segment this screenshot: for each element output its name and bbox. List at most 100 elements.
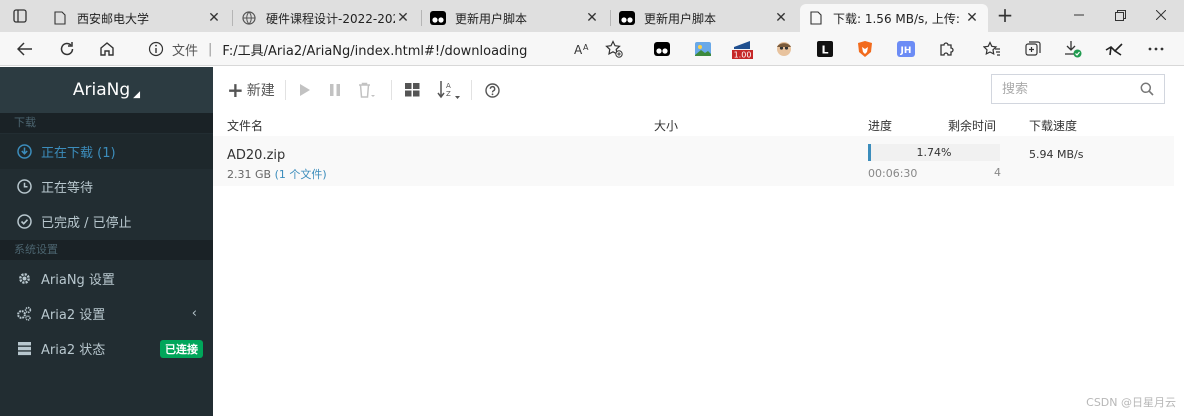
column-header-progress[interactable]: 进度: [868, 117, 892, 134]
aria2-extension[interactable]: [1104, 39, 1124, 59]
window-close-button[interactable]: [1138, 0, 1184, 30]
column-header-remaining[interactable]: 剩余时间: [948, 117, 996, 134]
sidebar-item-stopped[interactable]: 已完成 / 已停止: [0, 204, 213, 239]
browser-tab-1[interactable]: 西安邮电大学 ✕: [44, 4, 230, 32]
task-files-link[interactable]: (1 个文件): [275, 168, 327, 181]
new-task-button[interactable]: + 新建: [227, 80, 275, 100]
aria2-icon: [1105, 43, 1123, 56]
column-header-name[interactable]: 文件名: [227, 117, 263, 134]
favorites-icon: [983, 41, 1000, 56]
search-input[interactable]: [1002, 76, 1142, 102]
tampermonkey-icon: [430, 10, 446, 26]
task-file-name[interactable]: AD20.zip: [227, 148, 285, 163]
play-icon: [300, 84, 310, 96]
chevron-left-icon: ‹: [191, 306, 197, 321]
puzzle-icon: [940, 42, 954, 56]
sidebar-item-ariang-settings[interactable]: AriaNg 设置: [0, 261, 213, 296]
sidebar-item-label: 已完成 / 已停止: [41, 216, 132, 231]
browser-tab-3[interactable]: 更新用户脚本 ✕: [422, 4, 608, 32]
column-header-size[interactable]: 大小: [654, 117, 678, 134]
back-button[interactable]: [12, 36, 38, 62]
collections-button[interactable]: [1022, 39, 1042, 59]
svg-text:JH: JH: [900, 46, 912, 56]
home-button[interactable]: [94, 36, 120, 62]
help-button[interactable]: [485, 80, 500, 100]
jh-extension[interactable]: JH: [896, 39, 916, 59]
tab-actions-button[interactable]: [4, 3, 36, 29]
avatar-extension[interactable]: [774, 39, 794, 59]
close-icon[interactable]: ✕: [773, 10, 789, 26]
close-icon[interactable]: ✕: [395, 10, 411, 26]
brave-shield-extension[interactable]: [855, 39, 875, 59]
section-header-download: 下载: [0, 113, 213, 133]
tab-title: 硬件课程设计-2022-2023(: [266, 11, 395, 26]
download-check-icon: [1065, 41, 1082, 58]
table-row[interactable]: AD20.zip 2.31 GB (1 个文件) 1.74% 00:06:30 …: [213, 136, 1174, 186]
sidebar-item-aria2-settings[interactable]: Aria2 设置 ‹: [0, 296, 213, 331]
address-url[interactable]: F:/工具/Aria2/AriaNg/index.html#!/download…: [222, 40, 527, 59]
sidebar-item-downloading[interactable]: 正在下载 (1): [0, 134, 213, 169]
display-mode-button[interactable]: [405, 80, 420, 100]
doc-icon: [52, 10, 68, 26]
grid-icon: [405, 83, 420, 97]
address-scheme: 文件: [172, 43, 199, 59]
task-download-speed: 5.94 MB/s: [1029, 148, 1084, 161]
delete-button[interactable]: [358, 80, 376, 100]
new-tab-button[interactable]: +: [992, 4, 1018, 28]
close-icon[interactable]: ✕: [584, 10, 600, 26]
downloads-button[interactable]: [1063, 39, 1083, 59]
svg-text:A: A: [583, 43, 589, 52]
image-extension[interactable]: [693, 39, 713, 59]
read-aloud-button[interactable]: AA: [573, 39, 593, 59]
browser-tab-4[interactable]: 更新用户脚本 ✕: [611, 4, 797, 32]
close-icon[interactable]: ✕: [964, 10, 980, 26]
browser-tab-2[interactable]: 硬件课程设计-2022-2023( ✕: [233, 4, 419, 32]
table-header: 文件名 大小 进度 剩余时间 下载速度: [213, 113, 1184, 135]
favorites-button[interactable]: [982, 39, 1002, 59]
shield-icon: [858, 41, 872, 57]
more-icon: [1148, 47, 1164, 51]
add-favorite-button[interactable]: [604, 39, 624, 59]
clock-icon: [16, 179, 32, 195]
main-content: + 新建 AZ 文件名 大小 进度 剩余时间: [213, 67, 1184, 416]
address-bar[interactable]: 文件 | F:/工具/Aria2/AriaNg/index.html#!/dow…: [136, 35, 636, 63]
download-circle-icon: [16, 144, 32, 160]
check-circle-icon: [16, 214, 32, 230]
window-close-icon: [1156, 10, 1166, 20]
info-icon[interactable]: [148, 41, 164, 57]
task-meta: 2.31 GB (1 个文件): [227, 166, 327, 182]
svg-text:Z: Z: [446, 90, 451, 98]
sidebar: AriaNg ◢ 下载 正在下载 (1) 正在等待 已完成 / 已停止 系统设置 …: [0, 67, 213, 416]
tampermonkey-icon: [654, 42, 670, 56]
sort-button[interactable]: AZ: [437, 80, 461, 100]
restore-icon: [1114, 9, 1126, 21]
l-extension-icon: L: [817, 41, 833, 57]
column-header-speed[interactable]: 下载速度: [1029, 117, 1077, 134]
brand-logo[interactable]: AriaNg ◢: [0, 67, 213, 113]
tampermonkey-extension[interactable]: [652, 39, 672, 59]
sidebar-item-aria2-status[interactable]: Aria2 状态 已连接: [0, 331, 213, 366]
restore-button[interactable]: [1097, 0, 1143, 30]
read-aloud-icon: AA: [574, 43, 589, 56]
section-header-settings: 系统设置: [0, 240, 213, 260]
sidebar-item-waiting[interactable]: 正在等待: [0, 169, 213, 204]
browser-toolbar: 文件 | F:/工具/Aria2/AriaNg/index.html#!/dow…: [0, 32, 1184, 66]
browser-tab-5-active[interactable]: 下载: 1.56 MB/s, 上传: 0.00 ✕: [800, 4, 988, 32]
sidebar-item-label: 正在下载 (1): [41, 146, 116, 161]
toolbar-divider: [471, 80, 472, 100]
zoom-extension[interactable]: 1.00: [730, 39, 754, 59]
more-menu-button[interactable]: [1146, 39, 1166, 59]
doc-icon: [808, 10, 824, 26]
l-extension[interactable]: L: [815, 39, 835, 59]
refresh-button[interactable]: [54, 36, 80, 62]
face-icon: [777, 42, 791, 56]
browser-tab-strip: 西安邮电大学 ✕ 硬件课程设计-2022-2023( ✕ 更新用户脚本 ✕ 更新…: [0, 0, 1184, 32]
pause-button[interactable]: [329, 80, 341, 100]
server-icon: [16, 341, 32, 357]
close-icon[interactable]: ✕: [206, 10, 222, 26]
search-icon[interactable]: [1140, 82, 1154, 96]
extensions-button[interactable]: [936, 39, 956, 59]
back-arrow-icon: [17, 42, 32, 56]
minimize-button[interactable]: [1056, 0, 1102, 30]
start-button[interactable]: [299, 80, 311, 100]
